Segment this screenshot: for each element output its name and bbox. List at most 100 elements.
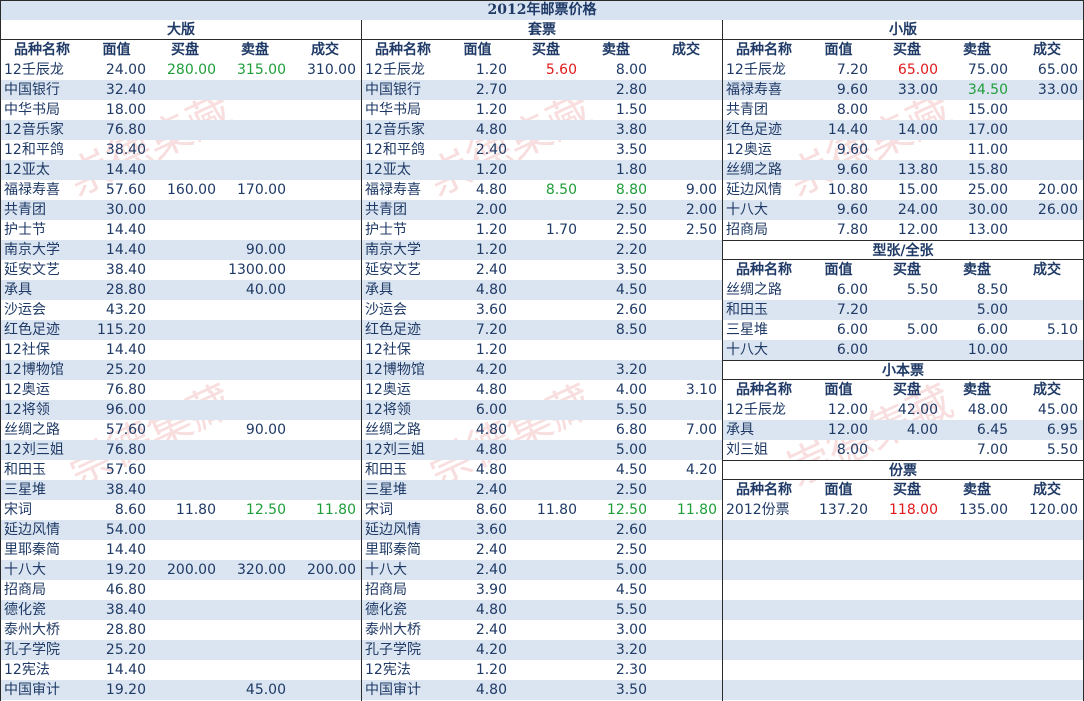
cell-sell bbox=[220, 520, 290, 540]
cell-buy bbox=[511, 460, 581, 480]
cell-sell bbox=[220, 140, 290, 160]
cell-deal bbox=[1012, 120, 1082, 140]
cell-face: 38.40 bbox=[105, 262, 146, 278]
empty-row bbox=[723, 680, 1083, 700]
section-title-xiaoben: 小本票 bbox=[723, 360, 1083, 380]
cell-face: 4.80 bbox=[475, 682, 507, 698]
cell-sell bbox=[220, 160, 290, 180]
cell-face: 76.80 bbox=[105, 442, 146, 458]
cell-deal bbox=[290, 180, 360, 200]
cell-deal: 3.10 bbox=[685, 382, 717, 398]
cell-name: 里耶秦简 bbox=[365, 542, 421, 558]
table-row: 南京大学 1.20 2.20 bbox=[362, 240, 722, 260]
cell-sell: 3.50 bbox=[615, 142, 647, 158]
table-row: 承具 28.80 40.00 bbox=[1, 280, 361, 300]
cell-name: 和田玉 bbox=[4, 462, 46, 478]
cell-deal bbox=[290, 80, 360, 100]
cell-sell: 4.00 bbox=[615, 382, 647, 398]
cell-face: 2.40 bbox=[475, 562, 507, 578]
table-row: 12奥运 76.80 bbox=[1, 380, 361, 400]
cell-name: 延安文艺 bbox=[365, 262, 421, 278]
cell-buy bbox=[872, 300, 942, 320]
table-row: 12音乐家 76.80 bbox=[1, 120, 361, 140]
table-row: 福禄寿喜 57.60 160.00 170.00 bbox=[1, 180, 361, 200]
cell-deal bbox=[651, 680, 721, 700]
cell-sell: 48.00 bbox=[967, 402, 1008, 418]
cell-face: 76.80 bbox=[105, 122, 146, 138]
cell-sell: 8.50 bbox=[976, 282, 1008, 298]
cell-face: 137.20 bbox=[819, 502, 868, 518]
cell-buy bbox=[872, 100, 942, 120]
cell-buy bbox=[150, 340, 220, 360]
cell-deal bbox=[651, 260, 721, 280]
cell-face: 12.00 bbox=[827, 422, 868, 438]
cell-deal bbox=[290, 240, 360, 260]
cell-buy bbox=[511, 520, 581, 540]
cell-buy bbox=[511, 160, 581, 180]
cell-name: 12音乐家 bbox=[365, 122, 425, 138]
cell-sell: 75.00 bbox=[967, 62, 1008, 78]
cell-sell bbox=[220, 480, 290, 500]
cell-name: 延安文艺 bbox=[4, 262, 60, 278]
cell-buy bbox=[511, 640, 581, 660]
cell-name: 12壬辰龙 bbox=[726, 62, 786, 78]
cell-buy bbox=[511, 340, 581, 360]
table-header-row: 品种名称 面值 买盘 卖盘 成交 bbox=[723, 480, 1083, 500]
cell-deal bbox=[651, 240, 721, 260]
cell-deal bbox=[290, 540, 360, 560]
cell-name: 福禄寿喜 bbox=[4, 182, 60, 198]
cell-name: 丝绸之路 bbox=[726, 162, 782, 178]
cell-name: 中国审计 bbox=[4, 682, 60, 698]
cell-deal bbox=[290, 480, 360, 500]
cell-name: 和田玉 bbox=[726, 302, 768, 318]
table-row: 12壬辰龙 1.20 5.60 8.00 bbox=[362, 60, 722, 80]
cell-name: 2012份票 bbox=[726, 502, 790, 518]
cell-face: 8.00 bbox=[836, 102, 868, 118]
cell-sell: 7.00 bbox=[976, 442, 1008, 458]
cell-face: 46.80 bbox=[105, 582, 146, 598]
cell-buy bbox=[872, 340, 942, 360]
table-row: 12亚太 14.40 bbox=[1, 160, 361, 180]
cell-face: 7.80 bbox=[836, 222, 868, 238]
empty-row bbox=[723, 540, 1083, 560]
cell-face: 38.40 bbox=[105, 142, 146, 158]
cell-face: 9.60 bbox=[836, 82, 868, 98]
column-header-name: 品种名称 bbox=[14, 42, 70, 58]
cell-buy: 12.00 bbox=[897, 222, 938, 238]
cell-face: 25.20 bbox=[105, 642, 146, 658]
cell-deal: 2.50 bbox=[685, 222, 717, 238]
cell-buy bbox=[511, 560, 581, 580]
table-header-row: 品种名称 面值 买盘 卖盘 成交 bbox=[723, 40, 1083, 60]
cell-buy bbox=[150, 660, 220, 680]
cell-face: 2.40 bbox=[475, 622, 507, 638]
column-header-face: 面值 bbox=[824, 482, 853, 498]
cell-buy bbox=[511, 120, 581, 140]
cell-name: 承具 bbox=[365, 282, 393, 298]
cell-deal bbox=[1012, 160, 1082, 180]
cell-face: 24.00 bbox=[105, 62, 146, 78]
column-header-deal: 成交 bbox=[1033, 482, 1061, 498]
column-header-face: 面值 bbox=[824, 262, 853, 278]
empty-row bbox=[723, 660, 1083, 680]
cell-face: 2.70 bbox=[475, 82, 507, 98]
cell-sell: 2.20 bbox=[615, 242, 647, 258]
cell-deal bbox=[290, 360, 360, 380]
cell-buy bbox=[511, 240, 581, 260]
table-row: 和田玉 4.80 4.50 4.20 bbox=[362, 460, 722, 480]
cell-face: 8.00 bbox=[836, 442, 868, 458]
cell-sell: 2.30 bbox=[615, 662, 647, 678]
cell-deal: 6.95 bbox=[1046, 422, 1078, 438]
cell-sell bbox=[220, 360, 290, 380]
table-row: 丝绸之路 57.60 90.00 bbox=[1, 420, 361, 440]
section-title-dab: 大版 bbox=[1, 20, 361, 40]
cell-name: 红色足迹 bbox=[4, 322, 60, 338]
cell-buy: 5.60 bbox=[545, 62, 577, 78]
cell-face: 96.00 bbox=[105, 402, 146, 418]
cell-name: 12和平鸽 bbox=[4, 142, 64, 158]
cell-deal bbox=[1012, 340, 1082, 360]
cell-face: 14.40 bbox=[105, 222, 146, 238]
cell-sell bbox=[220, 460, 290, 480]
empty-row bbox=[723, 600, 1083, 620]
cell-face: 14.40 bbox=[105, 342, 146, 358]
table-row: 共青团 8.00 15.00 bbox=[723, 100, 1083, 120]
